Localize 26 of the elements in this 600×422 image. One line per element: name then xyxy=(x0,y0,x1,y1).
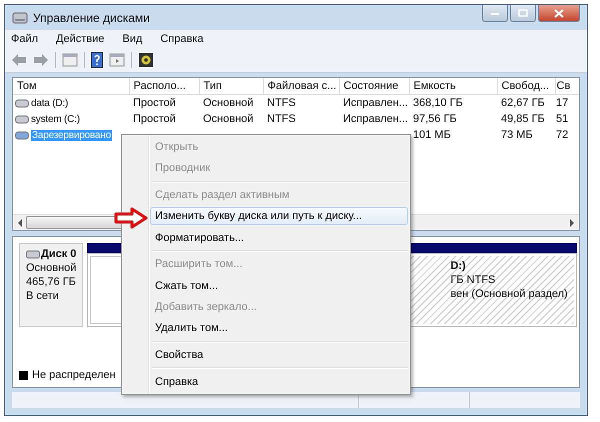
legend-label: Не распределен xyxy=(32,369,116,381)
disk-status: В сети xyxy=(26,290,60,302)
table-cell: NTFS xyxy=(267,113,296,125)
table-cell: Основной xyxy=(203,97,254,109)
table-cell: 73 МБ xyxy=(501,129,533,141)
table-cell: Простой xyxy=(133,113,176,125)
table-cell: Исправлен... xyxy=(343,113,408,125)
table-cell: 49,85 ГБ xyxy=(501,113,545,125)
table-cell: 97,56 ГБ xyxy=(413,113,457,125)
table-cell: 101 МБ xyxy=(413,129,451,141)
disk-size: 465,76 ГБ xyxy=(26,276,76,288)
partition-label: D:) xyxy=(450,260,467,272)
table-cell: 368,10 ГБ xyxy=(413,97,463,109)
table-cell: Основной xyxy=(203,113,254,125)
disk-name: Диск 0 xyxy=(41,248,76,260)
disk-type: Основной xyxy=(26,262,76,274)
partition-label: вен (Основной раздел) xyxy=(450,288,568,300)
table-cell: 62,67 ГБ xyxy=(501,97,545,109)
table-cell: 17 xyxy=(556,97,568,109)
table-cell: 72 xyxy=(556,129,568,141)
table-cell: 51 xyxy=(556,113,568,125)
table-cell: Простой xyxy=(133,97,176,109)
window-title: Управление дисками xyxy=(33,10,150,24)
table-cell: Исправлен... xyxy=(343,97,408,109)
table-cell: NTFS xyxy=(267,97,296,109)
partition-label: ГБ NTFS xyxy=(450,274,496,286)
